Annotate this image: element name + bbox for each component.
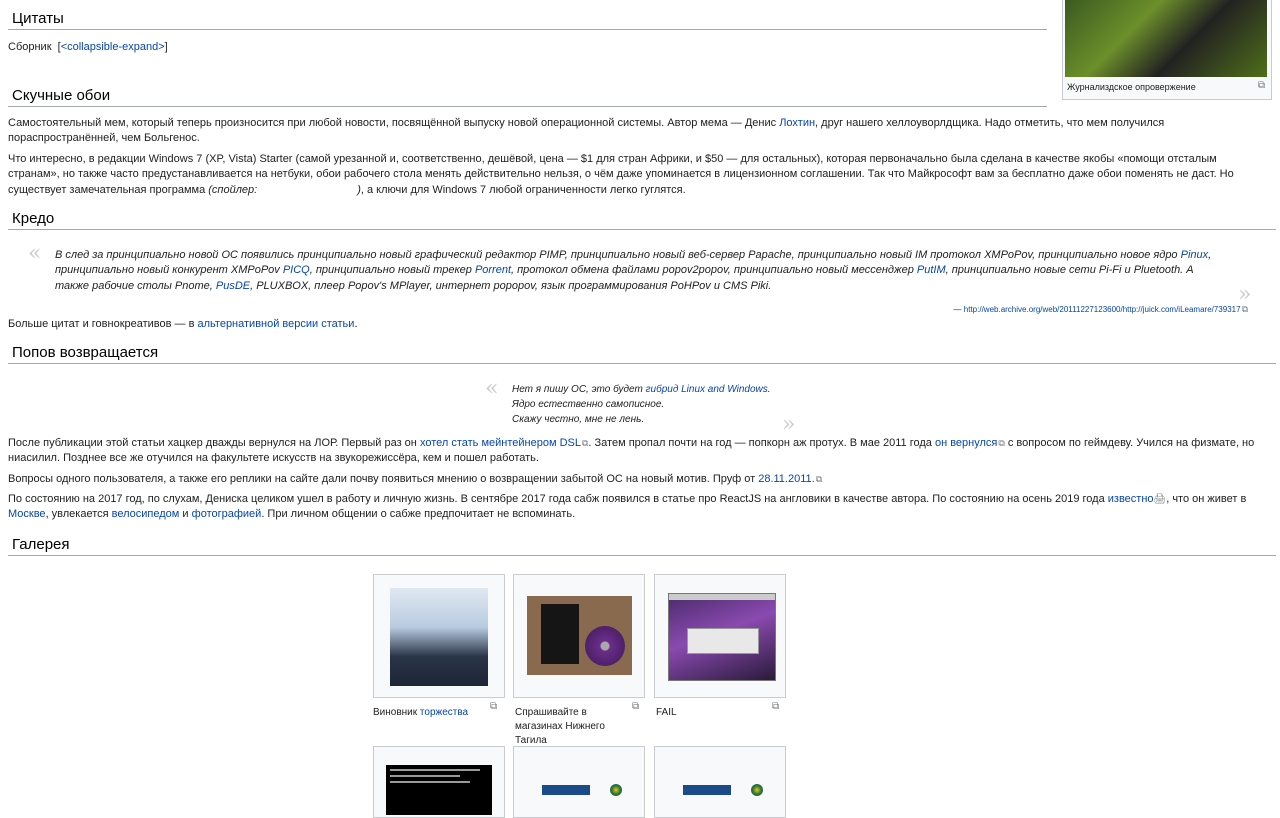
returns-paragraph-3: По состоянию на 2017 год, по слухам, Ден… (8, 493, 1247, 521)
screenshot-window-1[interactable] (542, 785, 590, 795)
section-title-gallery: Галерея (8, 536, 1276, 556)
moscow-link[interactable]: Москве (8, 508, 46, 520)
pinux-link[interactable]: Pinux (1181, 249, 1209, 261)
gallery-item-4[interactable] (373, 746, 505, 818)
credo-more: Больше цитат и говнокреативов — в альтер… (8, 318, 358, 330)
boring-paragraph-2: Что интересно, в редакции Windows 7 (XP,… (8, 153, 1234, 196)
bicycle-link[interactable]: велосипедом (112, 508, 180, 520)
section-title-quotes: Цитаты (8, 10, 1047, 30)
poem-close-icon: » (782, 412, 796, 437)
archive-icon: 🖨 (1153, 494, 1167, 505)
quote-open-icon: « (28, 241, 42, 266)
photography-link[interactable]: фотографией (192, 508, 262, 520)
top-thumbnail: Журнализдское опровержение ⧉ (1062, 0, 1272, 100)
thumbnail-image[interactable] (1065, 0, 1267, 77)
boring-paragraph-1: Самостоятельный мем, который теперь прои… (8, 117, 1165, 145)
enlarge-icon[interactable]: ⧉ (1258, 79, 1265, 93)
section-title-credo: Кредо (8, 210, 1276, 230)
gallery-caption-1: Виновник торжества (373, 707, 469, 718)
gallery-item-3[interactable] (654, 574, 786, 698)
known-link[interactable]: известно (1108, 493, 1154, 505)
alt-version-link[interactable]: альтернативной версии статьи (198, 318, 355, 330)
gallery-item-1[interactable] (373, 574, 505, 698)
culprit-link[interactable]: торжества (420, 707, 468, 718)
windows-logo-icon (610, 784, 622, 796)
photo-portrait[interactable] (390, 588, 488, 686)
poem-open-icon: « (485, 376, 499, 401)
dsl-link[interactable]: хотел стать мейнтейнером DSL (420, 437, 588, 449)
photo-dvd[interactable] (527, 596, 632, 675)
gallery-caption-3: FAIL (656, 707, 677, 718)
gallery-item-5[interactable] (513, 746, 645, 818)
credo-source: — http://web.archive.org/web/20111227123… (954, 303, 1248, 316)
thumbnail-caption: Журнализдское опровержение (1067, 82, 1196, 92)
gallery-item-2[interactable] (513, 574, 645, 698)
gallery-caption-2: Спрашивайте в магазинах Нижнего Тагила (515, 707, 605, 746)
porrent-link[interactable]: Porrent (475, 264, 511, 276)
credo-source-link[interactable]: http://web.archive.org/web/2011122712360… (964, 305, 1248, 314)
section-title-boring-wallpapers: Скучные обои (8, 87, 1047, 107)
picq-link[interactable]: PICQ (283, 264, 310, 276)
lokhtin-link[interactable]: Лохтин (779, 117, 815, 129)
screenshot-window-2[interactable] (683, 785, 731, 795)
quotes-collection: Сборник [<collapsible-expand>] (8, 41, 168, 53)
pusde-link[interactable]: PusDE (216, 280, 250, 292)
credo-quote: В след за принципиально новой ОС появили… (55, 249, 1212, 292)
putim-link[interactable]: PutIM (917, 264, 946, 276)
enlarge-icon[interactable]: ⧉ (632, 700, 639, 714)
section-title-returns: Попов возвращается (8, 344, 1276, 364)
gallery-item-6[interactable] (654, 746, 786, 818)
windows-logo-icon (751, 784, 763, 796)
screenshot-fail[interactable] (668, 593, 776, 681)
returned-link[interactable]: он вернулся (935, 437, 1005, 449)
expand-link[interactable]: <collapsible-expand> (61, 41, 165, 53)
screenshot-console[interactable] (386, 765, 492, 815)
hybrid-link[interactable]: гибрид Linux and Windows (646, 384, 768, 395)
poem-quote: Нет я пишу ОС, это будет гибрид Linux an… (512, 384, 771, 425)
proof-link[interactable]: 28.11.2011. (758, 473, 822, 485)
returns-paragraph-1: После публикации этой статьи хацкер дваж… (8, 436, 1270, 467)
returns-paragraph-2: Вопросы одного пользователя, а также его… (8, 472, 1270, 487)
